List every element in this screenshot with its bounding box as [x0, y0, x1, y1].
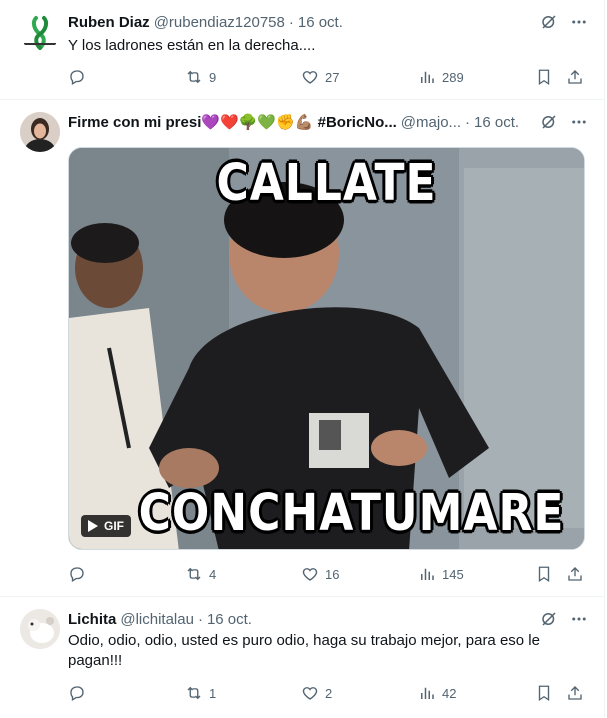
tweet[interactable]: Ruben Diaz @rubendiaz120758 · 16 oct. Y …: [0, 0, 605, 100]
retweet-button[interactable]: 9: [185, 68, 216, 86]
bookmark-button[interactable]: [535, 68, 553, 86]
heart-icon: [302, 568, 318, 581]
like-button[interactable]: 2: [301, 684, 332, 702]
views-count: 42: [442, 685, 457, 701]
reply-button[interactable]: [68, 68, 86, 86]
views-count: 145: [442, 566, 464, 582]
tweet-header: Ruben Diaz @rubendiaz120758 · 16 oct.: [68, 12, 589, 32]
gif-media[interactable]: CALLATE CONCHATUMARE GIF: [68, 147, 585, 550]
share-icon: [568, 567, 582, 581]
views-count: 289: [442, 69, 464, 85]
views-button[interactable]: 289: [418, 68, 464, 86]
grok-icon[interactable]: [539, 12, 559, 32]
reply-button[interactable]: [68, 684, 86, 702]
heart-icon: [302, 687, 318, 700]
bookmark-icon: [538, 685, 550, 702]
more-icon[interactable]: [569, 112, 589, 132]
views-button[interactable]: 42: [418, 684, 456, 702]
retweet-button[interactable]: 1: [185, 684, 216, 702]
reply-feed: Ruben Diaz @rubendiaz120758 · 16 oct. Y …: [0, 0, 605, 718]
play-icon: [88, 520, 98, 532]
bookmark-icon: [538, 69, 550, 86]
tweet-actions: 9 27 289: [68, 67, 589, 87]
tweet-date[interactable]: 16 oct.: [474, 114, 519, 131]
author-name[interactable]: Ruben Diaz: [68, 14, 150, 31]
author-name[interactable]: Lichita: [68, 611, 116, 628]
reply-button[interactable]: [68, 565, 86, 583]
share-button[interactable]: [566, 684, 584, 702]
separator-dot: ·: [288, 13, 294, 31]
views-icon: [421, 687, 434, 699]
author-handle[interactable]: @lichitalau: [120, 611, 194, 628]
retweet-count: 4: [209, 566, 217, 582]
tweet-header: Firme con mi presi💜❤️🌳💚✊💪🏽 #BoricNo... @…: [68, 112, 589, 132]
bookmark-icon: [538, 566, 550, 583]
like-button[interactable]: 27: [301, 68, 339, 86]
reply-icon: [70, 567, 84, 582]
author-handle[interactable]: @rubendiaz120758: [154, 14, 285, 31]
author-handle[interactable]: @majo...: [401, 114, 461, 131]
grok-icon[interactable]: [539, 112, 559, 132]
separator-dot: ·: [197, 610, 203, 628]
tweet-header: Lichita @lichitalau · 16 oct.: [68, 609, 589, 629]
like-count: 2: [325, 685, 333, 701]
tweet-actions: 4 16 145: [68, 564, 589, 584]
views-icon: [421, 568, 434, 580]
retweet-count: 9: [209, 69, 217, 85]
gif-caption-top: CALLATE: [216, 154, 437, 213]
gif-badge-label: GIF: [104, 519, 124, 533]
like-button[interactable]: 16: [301, 565, 339, 583]
more-icon[interactable]: [569, 12, 589, 32]
gif-caption-bottom: CONCHATUMARE: [138, 484, 565, 543]
share-button[interactable]: [566, 565, 584, 583]
bookmark-button[interactable]: [535, 565, 553, 583]
author-name[interactable]: Firme con mi presi💜❤️🌳💚✊💪🏽 #BoricNo...: [68, 113, 397, 131]
tweet-text: Odio, odio, odio, usted es puro odio, ha…: [68, 632, 540, 669]
avatar[interactable]: [20, 12, 60, 52]
retweet-count: 1: [209, 685, 217, 701]
reply-icon: [70, 70, 84, 85]
retweet-icon: [187, 686, 201, 700]
bookmark-button[interactable]: [535, 684, 553, 702]
avatar[interactable]: [20, 609, 60, 649]
retweet-icon: [187, 70, 201, 84]
tweet-actions: 1 2 42: [68, 683, 589, 703]
tweet[interactable]: Lichita @lichitalau · 16 oct. Odio, odio…: [0, 597, 605, 718]
tweet-date[interactable]: 16 oct.: [207, 611, 252, 628]
retweet-button[interactable]: 4: [185, 565, 216, 583]
views-button[interactable]: 145: [418, 565, 464, 583]
tweet-date[interactable]: 16 oct.: [298, 14, 343, 31]
retweet-icon: [187, 567, 201, 581]
share-button[interactable]: [566, 68, 584, 86]
more-icon[interactable]: [569, 609, 589, 629]
views-icon: [421, 71, 434, 83]
heart-icon: [302, 71, 318, 84]
separator-dot: ·: [465, 113, 471, 131]
tweet-text: Y los ladrones están en la derecha....: [68, 37, 316, 54]
share-icon: [568, 686, 582, 700]
like-count: 16: [325, 566, 340, 582]
tweet[interactable]: Firme con mi presi💜❤️🌳💚✊💪🏽 #BoricNo... @…: [0, 100, 605, 597]
like-count: 27: [325, 69, 340, 85]
share-icon: [568, 70, 582, 84]
avatar[interactable]: [20, 112, 60, 152]
grok-icon[interactable]: [539, 609, 559, 629]
reply-icon: [70, 686, 84, 701]
gif-badge[interactable]: GIF: [81, 515, 131, 537]
